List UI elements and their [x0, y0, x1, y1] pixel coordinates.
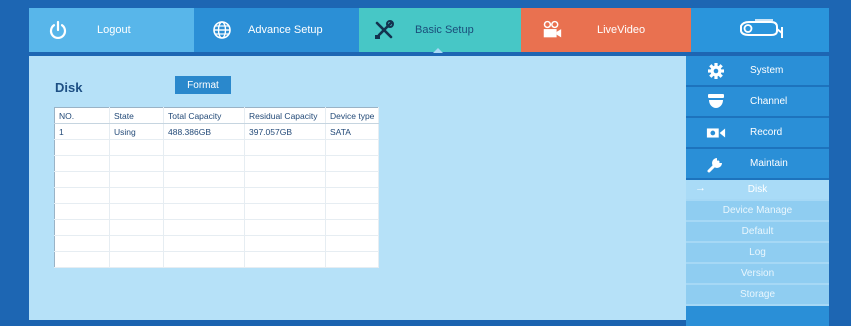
sidebar-subitem-device-manage[interactable]: Device Manage	[686, 201, 829, 222]
app-frame: Logout Advance Setup Basic Setup LiveVid…	[0, 0, 851, 326]
active-tab-caret	[433, 48, 443, 53]
column-header-total-capacity: Total Capacity	[163, 107, 245, 124]
tab-basic-setup[interactable]: Basic Setup	[359, 8, 521, 53]
table-row[interactable]: 1 Using 488.386GB 397.057GB SATA	[54, 123, 379, 140]
table-row-empty	[54, 219, 379, 236]
tab-live-video-label: LiveVideo	[597, 24, 646, 36]
video-camera-icon	[541, 19, 563, 41]
tab-advance-setup-label: Advance Setup	[248, 24, 323, 36]
sidebar-subitem-label: Disk	[747, 184, 768, 195]
column-header-no: NO.	[54, 107, 110, 124]
brand-logo	[691, 8, 829, 52]
sidebar-item-record[interactable]: Record	[686, 118, 829, 149]
table-row-empty	[54, 155, 379, 172]
cell-no: 1	[54, 123, 110, 140]
sidebar-subitem-label: Version	[740, 268, 775, 279]
cell-device-type: SATA	[325, 123, 379, 140]
sidebar-subitem-log[interactable]: Log	[686, 243, 829, 264]
sidebar-subitem-default[interactable]: Default	[686, 222, 829, 243]
sidebar-subitem-disk[interactable]: → Disk	[686, 180, 829, 201]
tab-live-video[interactable]: LiveVideo	[521, 8, 691, 52]
sidebar-item-channel[interactable]: Channel	[686, 87, 829, 118]
sidebar-item-maintain[interactable]: Maintain	[686, 149, 829, 180]
right-arrow-icon: →	[695, 182, 706, 194]
table-row-empty	[54, 171, 379, 188]
table-row-empty	[54, 235, 379, 252]
cell-state: Using	[109, 123, 164, 140]
security-camera-logo-icon	[737, 18, 783, 43]
power-icon	[47, 19, 69, 41]
column-header-device-type: Device type	[325, 107, 379, 124]
sidebar-subitem-label: Log	[749, 247, 766, 258]
tab-logout-label: Logout	[97, 24, 131, 36]
sidebar-subitem-label: Storage	[739, 289, 776, 300]
table-row-empty	[54, 187, 379, 204]
table-row-empty	[54, 251, 379, 268]
sidebar-item-label: Channel	[750, 96, 788, 107]
sidebar-subitem-storage[interactable]: Storage	[686, 285, 829, 306]
globe-icon	[212, 20, 232, 40]
cell-total-capacity: 488.386GB	[163, 123, 245, 140]
sidebar-item-label: Maintain	[750, 158, 788, 169]
table-row-empty	[54, 203, 379, 220]
sidebar-item-system[interactable]: System	[686, 56, 829, 87]
table-row-empty	[54, 139, 379, 156]
disk-table: NO. State Total Capacity Residual Capaci…	[54, 107, 379, 268]
gear-icon	[706, 61, 726, 81]
tools-icon	[373, 19, 395, 41]
format-button[interactable]: Format	[175, 76, 231, 94]
column-header-state: State	[109, 107, 164, 124]
sidebar-item-label: Record	[750, 127, 783, 138]
cell-residual-capacity: 397.057GB	[244, 123, 326, 140]
sidebar-subitem-version[interactable]: Version	[686, 264, 829, 285]
top-navigation: Logout Advance Setup Basic Setup LiveVid…	[29, 8, 829, 53]
dome-camera-icon	[706, 92, 726, 112]
column-header-residual-capacity: Residual Capacity	[244, 107, 326, 124]
tab-basic-setup-label: Basic Setup	[415, 24, 474, 36]
wrench-icon	[706, 154, 726, 174]
video-record-icon	[706, 123, 726, 143]
tab-logout[interactable]: Logout	[29, 8, 194, 52]
main-content: Disk Format NO. State Total Capacity Res…	[29, 56, 686, 320]
sidebar-footer	[686, 306, 829, 326]
page-title: Disk	[55, 80, 83, 95]
sidebar-item-label: System	[750, 65, 784, 76]
sidebar-subitem-label: Default	[741, 226, 774, 237]
settings-sidebar: System Channel Record Maintain → Disk De…	[686, 56, 829, 326]
table-header-row: NO. State Total Capacity Residual Capaci…	[54, 107, 379, 124]
tab-advance-setup[interactable]: Advance Setup	[194, 8, 359, 52]
sidebar-subitem-label: Device Manage	[722, 205, 793, 216]
